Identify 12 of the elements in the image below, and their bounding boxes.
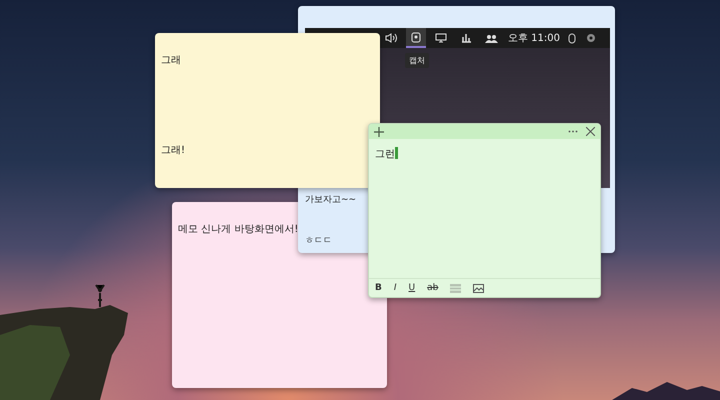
note-text: 그래 [161, 54, 182, 67]
tooltip: 캡처 [405, 53, 429, 68]
note-text: 메모 신나게 바탕화면에서! [178, 223, 300, 236]
format-button[interactable]: ab [427, 283, 438, 293]
note-text: ㅎㄷㄷ [305, 235, 333, 247]
format-button[interactable]: B [375, 283, 382, 293]
note-text: 그래! [161, 144, 186, 157]
format-button[interactable]: I [394, 283, 397, 293]
format-button[interactable]: U [408, 283, 416, 293]
clock-text: 오후 11:00 [508, 32, 560, 45]
note-text[interactable]: 그런 [375, 147, 395, 161]
note-text: 가보자고~~ [305, 194, 358, 206]
